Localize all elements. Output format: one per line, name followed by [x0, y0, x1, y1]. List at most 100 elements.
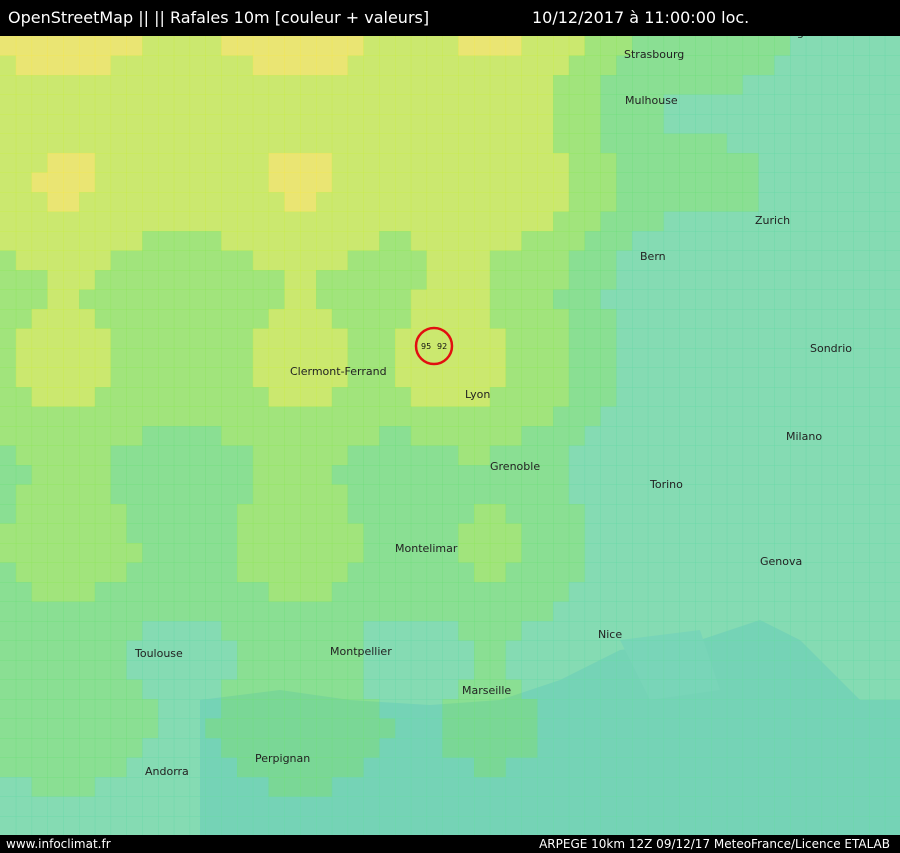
gust-cell — [821, 172, 838, 193]
gust-cell — [568, 55, 586, 76]
gust-cell — [821, 562, 838, 583]
model-credit: ARPEGE 10km 12Z 09/12/17 MeteoFrance/Lic… — [539, 837, 890, 851]
gust-cell — [347, 133, 364, 154]
gust-cell — [584, 153, 601, 173]
gust-cell — [47, 523, 64, 544]
gust-cell — [805, 231, 823, 251]
gust-cell — [126, 231, 143, 251]
gust-cell — [821, 426, 838, 446]
gust-cell — [853, 582, 870, 602]
gust-cell — [805, 484, 823, 505]
gust-cell — [284, 582, 301, 602]
gust-cell — [142, 309, 159, 329]
gust-cell — [0, 133, 17, 154]
gust-cell — [268, 582, 285, 602]
gust-cell — [774, 504, 791, 524]
gust-cell — [94, 679, 112, 700]
gust-cell — [379, 718, 396, 739]
gust-cell — [884, 757, 900, 778]
gust-cell — [458, 309, 475, 329]
gust-cell — [316, 211, 333, 232]
gust-cell — [363, 133, 380, 154]
gust-cell — [268, 484, 285, 505]
gust-cell — [158, 211, 175, 232]
gust-cell — [553, 699, 570, 719]
gust-cell — [837, 601, 854, 622]
gust-cell — [568, 133, 586, 154]
gust-cell — [632, 426, 649, 446]
gust-cell — [189, 640, 206, 661]
gust-cell — [884, 816, 900, 836]
gust-cell — [584, 699, 601, 719]
gust-cell — [521, 55, 538, 76]
gust-cell — [347, 172, 364, 193]
gust-cell — [426, 796, 443, 817]
place-label: Strasbourg — [624, 48, 684, 61]
gust-cell — [284, 660, 301, 680]
gust-cell — [158, 699, 175, 719]
gust-cell — [94, 562, 112, 583]
gust-cell — [600, 543, 617, 563]
gust-cell — [205, 777, 222, 797]
gust-cell — [268, 36, 285, 56]
gust-cell — [584, 523, 601, 544]
gust-cell — [47, 757, 64, 778]
gust-cell — [363, 699, 380, 719]
gust-cell — [663, 250, 680, 271]
gust-cell — [395, 504, 412, 524]
gust-cell — [47, 328, 64, 349]
gust-cell — [63, 601, 80, 622]
gust-cell — [584, 231, 601, 251]
gust-cell — [158, 309, 175, 329]
gust-cell — [0, 504, 17, 524]
site-link[interactable]: www.infoclimat.fr — [6, 837, 111, 851]
gust-cell — [158, 153, 175, 173]
gust-cell — [695, 640, 712, 661]
gust-cell — [711, 348, 728, 368]
gust-cell — [79, 250, 96, 271]
gust-cell — [410, 133, 428, 154]
gust-cell — [94, 621, 112, 641]
gust-cell — [616, 504, 633, 524]
gust-cell — [474, 699, 491, 719]
map-canvas[interactable]: StuttgartStrasbourgZurichBernMilanoTorin… — [0, 0, 900, 853]
gust-cell — [695, 75, 712, 95]
gust-cell — [726, 621, 744, 641]
gust-cell — [252, 484, 270, 505]
gust-cell — [742, 699, 759, 719]
gust-cell — [616, 562, 633, 583]
gust-cell — [805, 55, 823, 76]
gust-cell — [489, 484, 507, 505]
gust-cell — [94, 94, 112, 115]
gust-cell — [632, 406, 649, 427]
gust-cell — [853, 406, 870, 427]
gust-cell — [426, 270, 443, 290]
gust-cell — [616, 387, 633, 407]
gust-cell — [79, 543, 96, 563]
gust-cell — [695, 660, 712, 680]
gust-cell — [742, 660, 759, 680]
gust-cell — [853, 523, 870, 544]
gust-cell — [711, 231, 728, 251]
gust-cell — [268, 309, 285, 329]
gust-cell — [679, 562, 696, 583]
gust-cell — [316, 757, 333, 778]
gust-cell — [426, 445, 443, 466]
gust-cell — [63, 621, 80, 641]
gust-cell — [63, 699, 80, 719]
gust-cell — [110, 601, 127, 622]
gust-cell — [142, 523, 159, 544]
gust-cell — [426, 484, 443, 505]
gust-cell — [679, 75, 696, 95]
gust-cell — [63, 640, 80, 661]
gust-cell — [221, 36, 238, 56]
gust-cell — [158, 484, 175, 505]
gust-cell — [110, 406, 127, 427]
gust-cell — [790, 250, 807, 271]
gust-cell — [553, 562, 570, 583]
gust-cell — [426, 133, 443, 154]
gust-cell — [410, 55, 428, 76]
gust-cell — [426, 387, 443, 407]
gust-cell — [410, 270, 428, 290]
gust-cell — [31, 309, 48, 329]
